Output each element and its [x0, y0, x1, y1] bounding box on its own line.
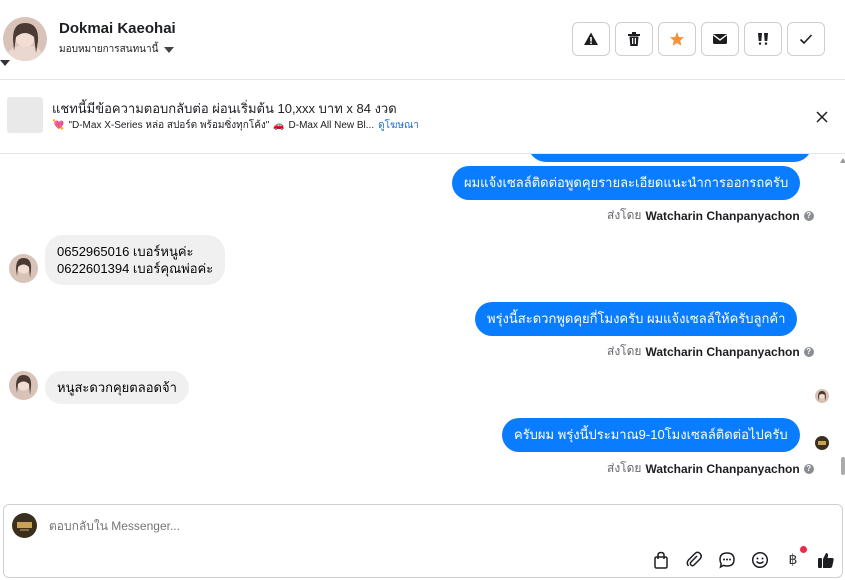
composer-toolbar: ฿: [650, 546, 837, 571]
warning-icon: [584, 32, 598, 45]
message-line: 0652965016 เบอร์หนูค่ะ: [57, 244, 194, 259]
sender-name[interactable]: Watcharin Chanpanyachon: [645, 462, 799, 476]
assign-label: มอบหมายการสนทนานี้: [59, 44, 159, 55]
chat-bubble-icon: [719, 552, 735, 569]
header-actions: [572, 22, 825, 56]
ad-subtitle-text: "D-Max X-Series หล่อ สปอร์ต พร้อมซิ่งทุก…: [68, 120, 270, 131]
ad-thumbnail[interactable]: [7, 97, 43, 133]
scroll-up-arrow[interactable]: [840, 158, 845, 163]
payment-button[interactable]: ฿: [782, 546, 807, 571]
contact-name[interactable]: Dokmai Kaeohai: [59, 20, 176, 37]
sent-by-prefix: ส่งโดย: [607, 461, 642, 475]
chevron-down-icon: [164, 46, 175, 53]
star-button[interactable]: [658, 22, 696, 56]
shopping-bag-icon: [654, 551, 668, 569]
view-ad-link[interactable]: ดูโฆษณา: [378, 118, 419, 133]
sender-name[interactable]: Watcharin Chanpanyachon: [645, 209, 799, 223]
reply-composer: ฿: [3, 504, 843, 578]
page-avatar: [815, 436, 829, 450]
info-icon[interactable]: ?: [803, 463, 814, 474]
baht-icon: ฿: [788, 552, 798, 568]
message-line: 0622601394 เบอร์คุณพ่อค่ะ: [57, 261, 214, 276]
sender-name[interactable]: Watcharin Chanpanyachon: [645, 345, 799, 359]
emoji-button[interactable]: [749, 549, 771, 571]
check-icon: [799, 34, 813, 45]
outgoing-message[interactable]: พรุ่งนี้สะดวกพูดคุยกี่โมงครับ ผมแจ้งเซลล…: [475, 302, 798, 336]
sent-by-prefix: ส่งโดย: [607, 344, 642, 358]
contact-avatar[interactable]: [9, 254, 38, 283]
ad-title: แชทนี้มีข้อความตอบกลับต่อ ผ่อนเริ่มต้น 1…: [52, 101, 397, 116]
close-icon: [816, 111, 828, 123]
done-button[interactable]: [787, 22, 825, 56]
outgoing-message[interactable]: [528, 154, 812, 162]
shop-button[interactable]: [650, 549, 672, 571]
chevron-down-icon[interactable]: [0, 60, 10, 66]
car-icon: 🚗: [273, 120, 285, 130]
info-icon[interactable]: ?: [803, 346, 814, 357]
sent-by-prefix: ส่งโดย: [607, 208, 642, 222]
ad-subtitle-text-2: D-Max All New Bl...: [288, 120, 375, 131]
page-avatar: [12, 513, 37, 538]
ad-context-banner: แชทนี้มีข้อความตอบกลับต่อ ผ่อนเริ่มต้น 1…: [0, 80, 845, 154]
scrollbar-thumb[interactable]: [841, 457, 845, 475]
assign-conversation-dropdown[interactable]: มอบหมายการสนทนานี้: [59, 42, 175, 57]
contact-avatar[interactable]: [9, 371, 38, 400]
contact-avatar[interactable]: [3, 17, 47, 61]
paperclip-icon: [686, 551, 702, 567]
follow-up-button[interactable]: [744, 22, 782, 56]
reply-input[interactable]: [49, 519, 549, 533]
sent-by-label: ส่งโดย Watcharin Chanpanyachon ?: [607, 342, 814, 361]
message-thread[interactable]: ผมแจ้งเซลล์ติดต่อพูดคุยรายละเอียดแนะนำกา…: [0, 154, 845, 504]
info-icon[interactable]: ?: [803, 210, 814, 221]
notification-dot: [800, 546, 807, 553]
seen-avatar: [815, 389, 829, 403]
outgoing-message[interactable]: ครับผม พรุ่งนี้ประมาณ9-10โมงเซลล์ติดต่อไ…: [502, 418, 800, 452]
trash-icon: [628, 32, 640, 46]
saved-replies-button[interactable]: [716, 549, 738, 571]
conversation-header: Dokmai Kaeohai มอบหมายการสนทนานี้: [0, 0, 845, 80]
like-button[interactable]: [815, 549, 837, 571]
unread-button[interactable]: [701, 22, 739, 56]
envelope-icon: [713, 34, 727, 44]
close-button[interactable]: [812, 107, 832, 127]
sent-by-label: ส่งโดย Watcharin Chanpanyachon ?: [607, 459, 814, 478]
ad-subtitle: 💘 "D-Max X-Series หล่อ สปอร์ต พร้อมซิ่งท…: [52, 118, 419, 133]
thumbs-up-icon: [818, 553, 834, 568]
flag-icon: [758, 33, 768, 45]
star-icon: [670, 32, 684, 46]
delete-button[interactable]: [615, 22, 653, 56]
outgoing-message[interactable]: ผมแจ้งเซลล์ติดต่อพูดคุยรายละเอียดแนะนำกา…: [452, 166, 801, 200]
heart-icon: 💘: [52, 120, 65, 131]
incoming-message[interactable]: หนูสะดวกคุยตลอดจ้า: [45, 371, 189, 404]
incoming-message[interactable]: 0652965016 เบอร์หนูค่ะ 0622601394 เบอร์ค…: [45, 235, 226, 285]
smiley-icon: [751, 551, 769, 569]
sent-by-label: ส่งโดย Watcharin Chanpanyachon ?: [607, 206, 814, 225]
attach-button[interactable]: [683, 549, 705, 571]
spam-button[interactable]: [572, 22, 610, 56]
